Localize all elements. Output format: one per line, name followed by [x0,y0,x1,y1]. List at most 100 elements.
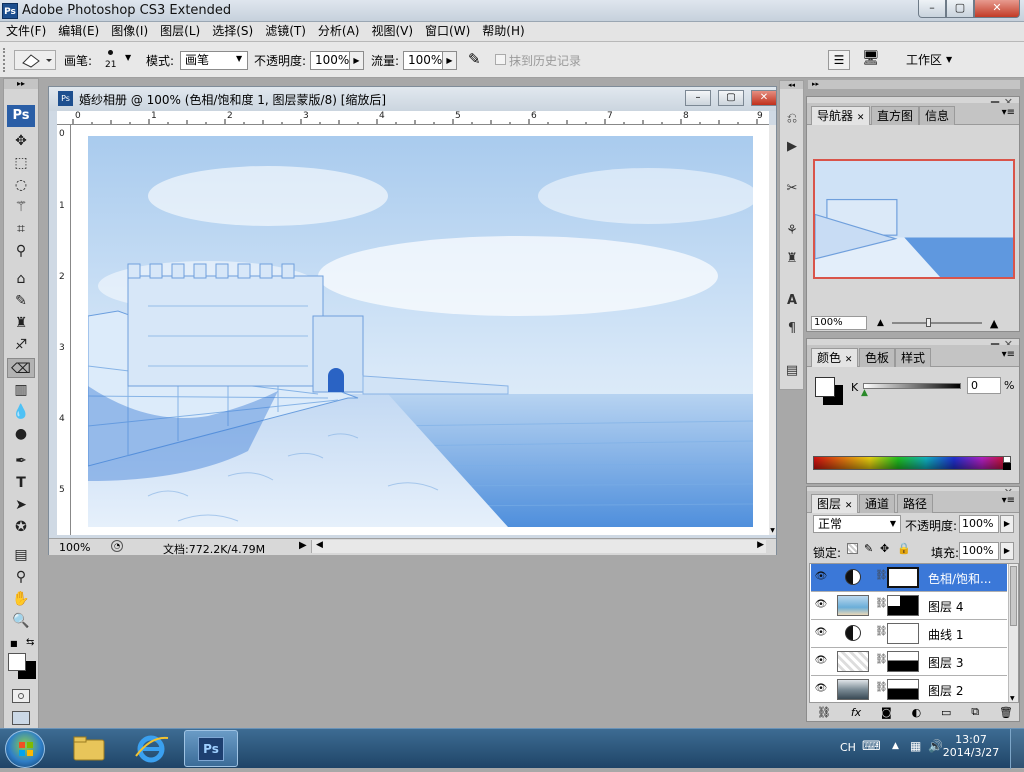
menu-help[interactable]: 帮助(H) [476,22,530,41]
tab-swatches[interactable]: 色板 [859,348,896,367]
start-button[interactable] [5,730,45,768]
tab-channels[interactable]: 通道 [859,494,896,513]
right-dock-grip[interactable]: ▸▸ [808,80,1020,89]
palette-well-icon[interactable]: ☰ [828,50,850,70]
scroll-thumb[interactable] [1010,566,1017,626]
vertical-ruler[interactable]: 0 1 2 3 4 5 [57,125,71,535]
zoom-in-icon[interactable]: ▲ [990,317,998,330]
menu-view[interactable]: 视图(V) [365,22,419,41]
close-icon[interactable]: ✕ [857,113,865,123]
taskbar-clock[interactable]: 13:07 2014/3/27 [940,733,1002,759]
blend-mode-dropdown[interactable]: 正常 ▼ [813,515,901,533]
doc-close-button[interactable]: ✕ [751,90,777,106]
document-title-bar[interactable]: Ps 婚纱相册 @ 100% (色相/饱和度 1, 图层蒙版/8) [缩放后] … [49,87,777,111]
taskbar-photoshop[interactable]: Ps [184,730,238,767]
tools-panel-grip[interactable]: ▸▸ [4,79,38,89]
lock-all-icon[interactable]: 🔒 [897,542,911,555]
status-menu-arrow-icon[interactable]: ▶ [299,540,307,551]
menu-image[interactable]: 图像(I) [105,22,154,41]
chain-link-icon[interactable]: ⛓ [875,598,888,609]
color-fg-swatch[interactable] [815,377,835,397]
color-spectrum-bar[interactable] [813,456,1011,470]
menu-window[interactable]: 窗口(W) [419,22,476,41]
layer-thumbnail[interactable] [837,679,869,700]
layer-row-curves-1[interactable]: 👁 ⛓ 曲线 1 [811,620,1007,648]
keyboard-icon[interactable]: ⌨ [862,739,881,754]
layer-mask-thumbnail[interactable] [887,595,919,616]
layer-thumbnail[interactable] [837,595,869,616]
layer-mask-thumbnail[interactable] [887,567,919,588]
new-layer-icon[interactable]: ⧉ [971,705,979,719]
layer-mask-thumbnail[interactable] [887,623,919,644]
menu-file[interactable]: 文件(F) [0,22,52,41]
opacity-value[interactable]: 100% [310,51,350,70]
history-erase-checkbox[interactable] [495,54,506,65]
canvas-area[interactable] [71,125,769,535]
chain-link-icon[interactable]: ⛓ [875,682,888,693]
panel-menu-icon[interactable]: ▾≡ [1002,495,1015,506]
shape-tool-icon[interactable]: ✪ [7,517,35,537]
close-icon[interactable]: ✕ [845,355,853,365]
k-value-field[interactable]: 0 [967,377,1001,394]
flow-field[interactable]: 100% ▶ [403,51,457,70]
close-icon[interactable]: ✕ [845,501,853,511]
white-swatch[interactable] [1003,456,1011,463]
history-panel-icon[interactable]: ⎌ [782,109,802,129]
horizontal-scrollbar[interactable]: ◀ ▶ [311,540,766,553]
flow-value[interactable]: 100% [403,51,443,70]
minimize-button[interactable]: – [918,0,946,18]
hand-tool-icon[interactable]: ✋ [7,589,35,609]
scroll-down-arrow-icon[interactable]: ▼ [1010,695,1015,702]
zoom-level-field[interactable]: 100% [59,541,90,554]
visibility-eye-icon[interactable]: 👁 [814,571,828,583]
layer-opacity-field[interactable]: 100% [959,515,999,533]
slider-triangle-icon[interactable]: ▲ [861,388,868,398]
opacity-field[interactable]: 100% ▶ [310,51,364,70]
navigator-zoom-field[interactable]: 100% [811,316,867,330]
foreground-color-swatch[interactable] [8,653,26,671]
panel-menu-icon[interactable]: ▾≡ [1002,107,1015,118]
navigator-thumbnail[interactable] [813,159,1015,279]
mask-icon[interactable]: ◙ [881,706,892,719]
scroll-right-arrow-icon[interactable]: ▶ [757,540,764,550]
tab-paths[interactable]: 路径 [897,494,934,513]
lock-position-icon[interactable]: ✥ [880,542,889,555]
tool-presets-icon[interactable]: ✂ [782,179,802,199]
layer-row-layer-4[interactable]: 👁 ⛓ 图层 4 [811,592,1007,620]
brush-picker[interactable]: 21 ▼ [98,47,138,73]
options-grip[interactable] [3,48,9,72]
workspace-menu[interactable]: 工作区 ▼ [906,51,952,68]
brush-tool-icon[interactable]: ✎ [7,291,35,311]
airbrush-icon[interactable]: ✎ [468,50,488,70]
chain-link-icon[interactable]: ⛓ [875,626,888,637]
scroll-left-arrow-icon[interactable]: ◀ [316,540,323,550]
taskbar-internet-explorer[interactable] [124,730,178,767]
adjustment-icon[interactable]: ◐ [912,706,922,719]
history-brush-tool-icon[interactable]: ♐ [7,335,35,355]
show-hidden-icons-icon[interactable]: ▲ [892,741,899,751]
pen-tool-icon[interactable]: ✒ [7,451,35,471]
canvas-image[interactable] [88,136,753,527]
visibility-eye-icon[interactable]: 👁 [814,627,828,639]
quick-mask-icon[interactable] [12,689,30,703]
screen-mode-icon[interactable] [12,711,30,725]
marquee-tool-icon[interactable]: ⬚ [7,153,35,173]
path-selection-tool-icon[interactable]: ➤ [7,495,35,515]
blur-tool-icon[interactable]: 💧 [7,402,35,422]
taskbar-explorer[interactable] [62,730,116,767]
opacity-slider-arrow-icon[interactable]: ▶ [1000,515,1014,533]
dock-grip[interactable]: ◂◂ [780,81,803,89]
zoom-out-icon[interactable]: ▲ [877,318,884,328]
status-info-icon[interactable]: ◔ [111,540,123,552]
notes-tool-icon[interactable]: ▤ [7,545,35,565]
brushes-panel-icon[interactable]: ⚘ [782,221,802,241]
tab-color[interactable]: 颜色 ✕ [811,348,859,367]
layer-mask-thumbnail[interactable] [887,651,919,672]
slider-handle[interactable] [925,318,931,327]
visibility-eye-icon[interactable]: 👁 [814,655,828,667]
show-desktop-button[interactable] [1010,729,1024,769]
maximize-button[interactable]: ▢ [946,0,974,18]
language-indicator[interactable]: CH [840,741,856,754]
lock-transparency-icon[interactable] [847,543,858,554]
scroll-down-arrow-icon[interactable]: ▼ [769,527,776,535]
